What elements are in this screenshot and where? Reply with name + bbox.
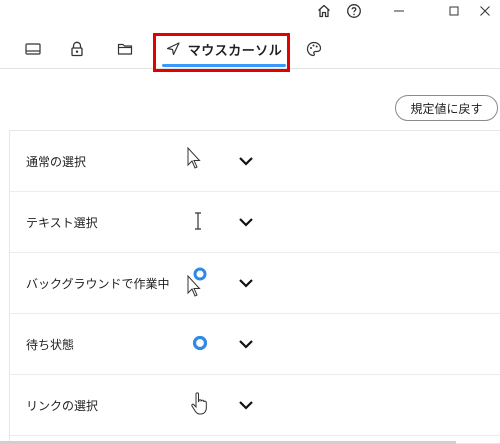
title-bar — [0, 0, 500, 22]
tab-palette[interactable] — [301, 30, 327, 68]
display-icon — [25, 42, 41, 56]
minimize-icon[interactable] — [388, 2, 410, 20]
chevron-down-icon[interactable] — [236, 395, 256, 415]
arrow-pointer-icon — [186, 145, 210, 175]
palette-icon — [306, 41, 322, 57]
cursor-row-link-select[interactable]: リンクの選択 — [10, 375, 500, 436]
tab-display[interactable] — [20, 30, 46, 68]
row-label: バックグラウンドで作業中 — [26, 276, 170, 291]
row-label: テキスト選択 — [26, 215, 98, 230]
chevron-down-icon[interactable] — [236, 212, 256, 232]
home-icon[interactable] — [313, 2, 335, 20]
close-icon[interactable] — [474, 2, 496, 20]
hand-pointer-icon — [186, 389, 210, 419]
cursor-row-normal-select[interactable]: 通常の選択 — [10, 131, 500, 192]
tab-lock[interactable] — [64, 30, 90, 68]
arrow-busy-icon — [186, 267, 210, 297]
chevron-down-icon[interactable] — [236, 334, 256, 354]
row-label: リンクの選択 — [26, 398, 99, 413]
help-icon[interactable] — [343, 2, 365, 20]
maximize-icon[interactable] — [443, 2, 465, 20]
cursor-row-busy[interactable]: 待ち状態 — [10, 314, 500, 375]
folder-icon — [117, 42, 133, 56]
busy-ring-icon — [186, 328, 210, 358]
row-label: 通常の選択 — [26, 154, 87, 169]
reset-defaults-button[interactable]: 規定値に戻す — [395, 95, 498, 121]
cursor-row-text-select[interactable]: テキスト選択 — [10, 192, 500, 253]
cursor-row-working-in-background[interactable]: バックグラウンドで作業中 — [10, 253, 500, 314]
chevron-down-icon[interactable] — [236, 151, 256, 171]
lock-icon — [70, 41, 84, 57]
tab-folder[interactable] — [112, 30, 138, 68]
cursor-settings-list: 通常の選択 テキスト選択 バックグラウンドで作業中 待ち状態 リンクの選択 — [9, 130, 500, 444]
row-label: 待ち状態 — [26, 337, 75, 352]
chevron-down-icon[interactable] — [236, 273, 256, 293]
highlight-box — [153, 33, 290, 72]
text-beam-icon — [186, 206, 210, 236]
